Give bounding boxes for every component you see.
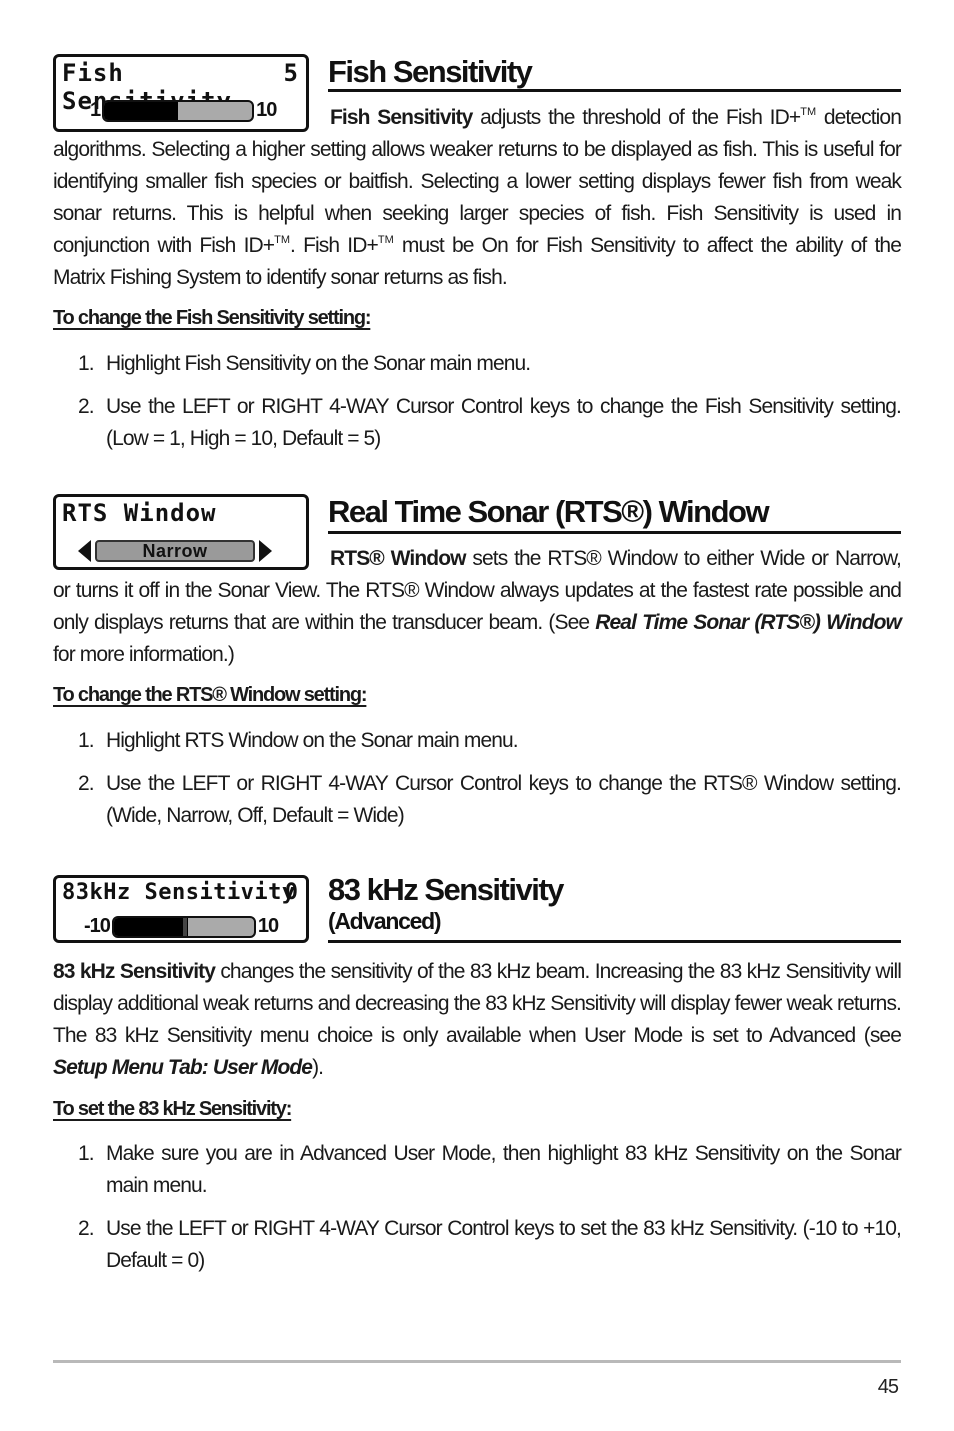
step-number: 2.	[78, 395, 95, 418]
section-subheading: (Advanced)	[328, 908, 442, 934]
intro-term: Fish Sensitivity	[330, 106, 473, 129]
widget-value: 5	[283, 59, 298, 87]
step-number: 2.	[78, 1217, 95, 1240]
step-number: 1.	[78, 352, 95, 375]
step-text: Use the LEFT or RIGHT 4-WAY Cursor Contr…	[106, 395, 902, 450]
procedure-steps: 1. Make sure you are in Advanced User Mod…	[78, 1138, 902, 1288]
slider-marker	[181, 917, 188, 936]
widget-title: RTS Window	[62, 499, 217, 527]
slider-max-label: 10	[257, 915, 279, 937]
section-intro: 83 kHz Sensitivity changes the sensitivi…	[53, 956, 902, 1084]
intro-text: adjusts the threshold of the Fish ID+	[472, 106, 801, 129]
section-heading: Fish Sensitivity	[328, 54, 533, 89]
83khz-sensitivity-menu-widget: 83kHz Sensitivity 0 -10 10	[53, 875, 309, 943]
step-item: 2. Use the LEFT or RIGHT 4-WAY Cursor Con…	[78, 391, 902, 455]
section-heading: 83 kHz Sensitivity	[328, 872, 564, 907]
sensitivity-slider: -10 10	[84, 915, 279, 938]
step-text: Highlight RTS Window on the Sonar main m…	[106, 729, 519, 752]
step-item: 2. Use the LEFT or RIGHT 4-WAY Cursor Con…	[78, 1213, 902, 1277]
section-intro: Fish Sensitivity adjusts the threshold o…	[53, 102, 902, 294]
step-text: Make sure you are in Advanced User Mode,…	[106, 1142, 902, 1197]
procedure-title: To change the Fish Sensitivity setting:	[53, 307, 372, 329]
procedure-steps: 1. Highlight RTS Window on the Sonar main…	[78, 725, 902, 843]
step-text: Highlight Fish Sensitivity on the Sonar …	[106, 352, 531, 375]
procedure-steps: 1. Highlight Fish Sensitivity on the Sona…	[78, 348, 902, 466]
intro-text: for more information.)	[53, 643, 235, 666]
procedure-title: To set the 83 kHz Sensitivity:	[53, 1098, 292, 1120]
heading-block: Fish Sensitivity	[328, 54, 901, 92]
trademark: TM	[274, 234, 291, 246]
intro-term: RTS® Window	[330, 547, 466, 570]
slider-min-label: -10	[84, 915, 111, 937]
step-text: Use the LEFT or RIGHT 4-WAY Cursor Contr…	[106, 772, 902, 827]
step-item: 1. Make sure you are in Advanced User Mod…	[78, 1138, 902, 1202]
intro-text: ).	[312, 1056, 324, 1079]
step-number: 1.	[78, 729, 95, 752]
step-number: 1.	[78, 1142, 95, 1165]
step-item: 1. Highlight Fish Sensitivity on the Sona…	[78, 348, 901, 380]
slider-track	[111, 915, 256, 938]
footer-divider	[53, 1360, 901, 1363]
heading-block: Real Time Sonar (RTS®) Window	[328, 494, 901, 534]
page-number: 45	[877, 1376, 899, 1398]
procedure-title: To change the RTS® Window setting:	[53, 684, 368, 706]
step-item: 1. Highlight RTS Window on the Sonar main…	[78, 725, 901, 757]
cross-reference: Setup Menu Tab: User Mode	[53, 1056, 313, 1079]
step-item: 2. Use the LEFT or RIGHT 4-WAY Cursor Con…	[78, 768, 902, 832]
trademark: TM	[800, 106, 817, 118]
heading-block: 83 kHz Sensitivity (Advanced)	[328, 872, 901, 943]
section-heading: Real Time Sonar (RTS®) Window	[328, 494, 770, 529]
slider-fill	[113, 917, 184, 936]
section-intro: RTS® Window sets the RTS® Window to eith…	[53, 543, 902, 671]
step-text: Use the LEFT or RIGHT 4-WAY Cursor Contr…	[106, 1217, 902, 1272]
widget-value: 0	[284, 880, 298, 905]
cross-reference: Real Time Sonar (RTS®) Window	[595, 611, 902, 634]
intro-term: 83 kHz Sensitivity	[53, 960, 216, 983]
trademark: TM	[377, 234, 394, 246]
widget-title: 83kHz Sensitivity	[62, 880, 296, 905]
step-number: 2.	[78, 772, 95, 795]
intro-text: . Fish ID+	[290, 234, 379, 257]
